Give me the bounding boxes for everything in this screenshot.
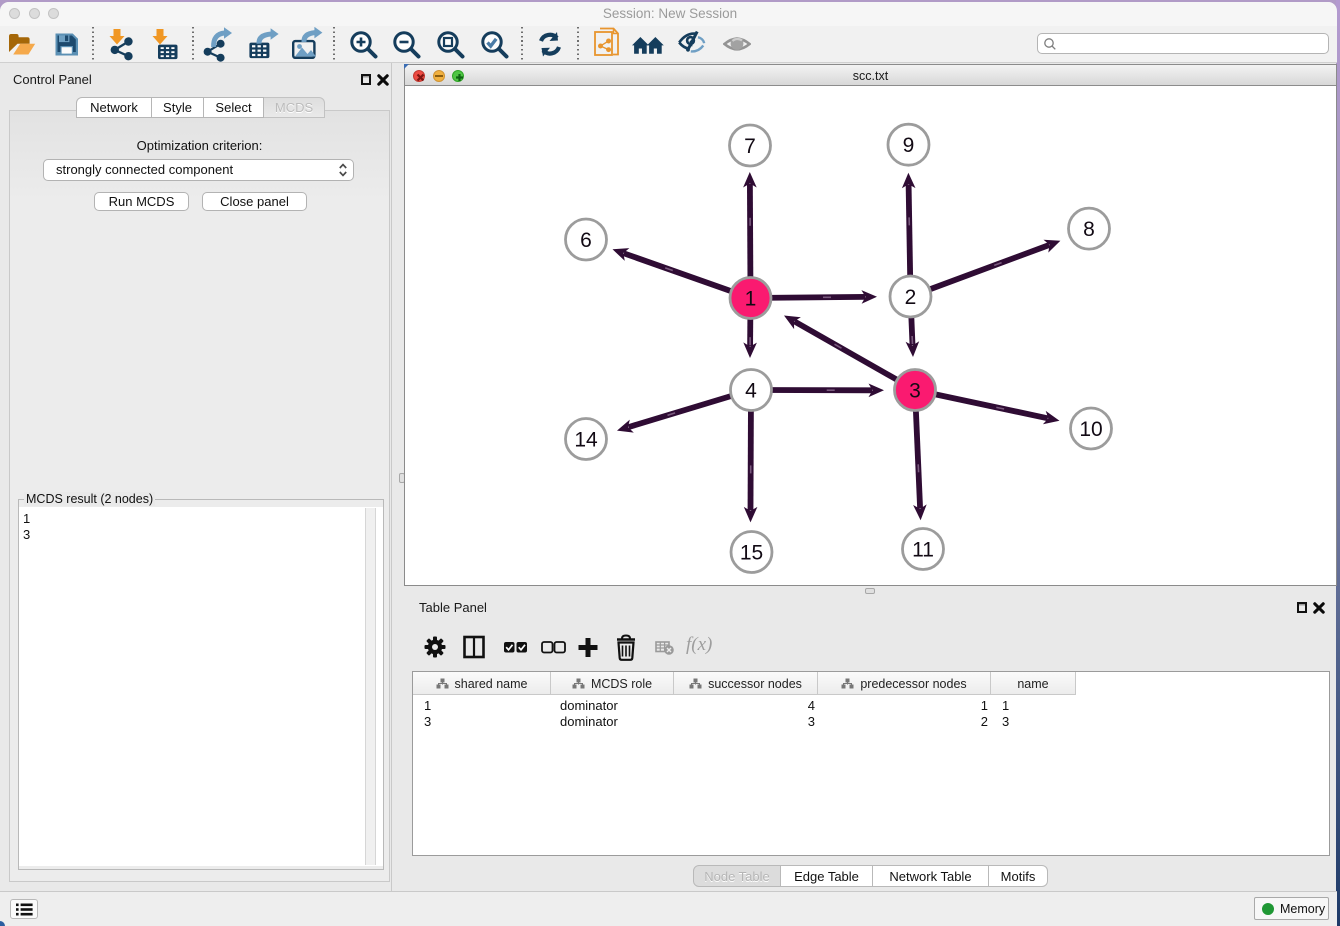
svg-text:14: 14 [574, 429, 598, 452]
svg-text:8: 8 [1083, 218, 1095, 241]
svg-text:7: 7 [744, 135, 756, 158]
svg-text:9: 9 [903, 134, 915, 157]
svg-text:6: 6 [580, 229, 592, 252]
svg-text:10: 10 [1079, 418, 1102, 441]
svg-text:11: 11 [912, 539, 934, 562]
svg-text:15: 15 [740, 542, 763, 565]
svg-text:3: 3 [909, 380, 921, 403]
svg-text:4: 4 [745, 380, 757, 403]
svg-text:2: 2 [905, 286, 917, 309]
svg-text:1: 1 [745, 288, 757, 311]
